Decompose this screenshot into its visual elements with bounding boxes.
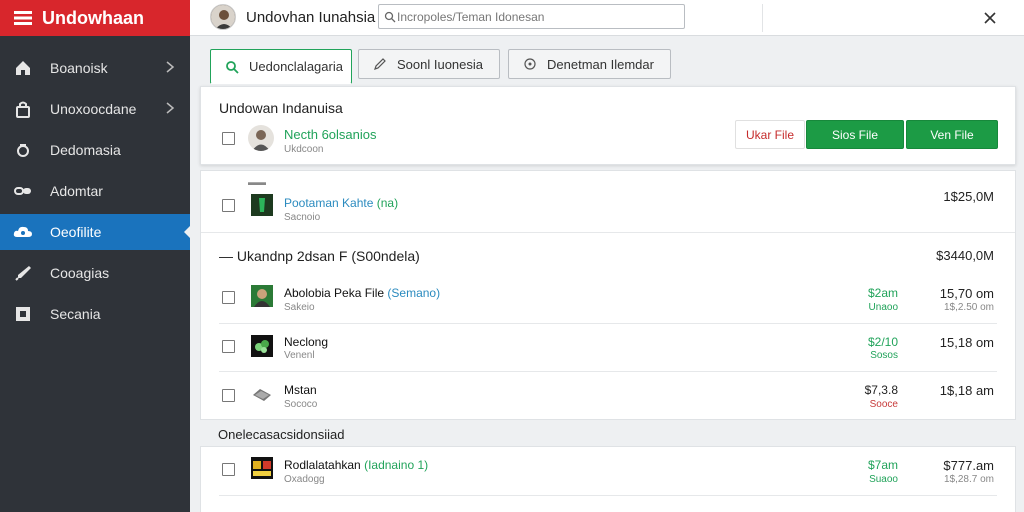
brand-bar[interactable]: Undowhaan [0,0,190,36]
file-time: $777.am [943,458,994,473]
file-thumbnail [251,457,273,479]
file-list-panel: ▬▬ Pootaman Kahte (na) Sacnoio 1$25,0M —… [200,170,1016,420]
sidebar-item-label: Oeofilite [50,224,102,240]
sidebar-item-secania[interactable]: Secania [0,296,190,332]
group-title: — Ukandnp 2dsan F (S00ndela) [219,248,420,264]
file-name: Mstan [284,383,317,397]
tab-soonl-iuonesia[interactable]: Soonl Iuonesia [358,49,500,79]
sidebar: Undowhaan Boanoisk Unoxoocdane Dedomasia [0,0,191,512]
file-name: Abolobia Peka File (Semano) [284,286,441,300]
view-file-button[interactable]: Ven File [906,120,998,149]
file-amount-status: Suaoo [869,474,898,485]
file-thumbnail [251,285,273,307]
file-subtitle: Sakeio [284,302,315,313]
share-file-button[interactable]: Sios File [806,120,904,149]
row-checkbox[interactable] [222,291,235,304]
row-checkbox[interactable] [222,389,235,402]
avatar[interactable] [210,4,236,30]
square-icon [12,304,34,324]
file-amount-status: Sosos [870,350,898,361]
file-thumbnail [251,194,273,216]
row-checkbox[interactable] [222,340,235,353]
file-time-sub: 1$,2.50 om [943,302,994,313]
file-amount-status: Unaoo [868,302,898,313]
circle-icon [524,58,536,70]
file-amount: $2/10 [867,335,898,349]
sidebar-nav: Boanoisk Unoxoocdane Dedomasia Adomtar O… [0,50,191,332]
page-title: Undovhan Iunahsia [246,9,376,26]
tab-uedonclalagaria[interactable]: Uedonclalagaria [210,49,352,84]
file-subtitle: Sococo [284,399,318,410]
file-name: Pootaman Kahte (na) [284,196,399,210]
file-time: 1$,18 am [939,383,994,398]
sidebar-item-label: Unoxoocdane [50,101,137,117]
search-input[interactable] [397,8,677,26]
pencil-icon [374,58,386,70]
sidebar-item-dedomasia[interactable]: Dedomasia [0,132,190,168]
file-amount: $7am [867,458,898,472]
file-name: Rodlalatahkan (Iadnaino 1) [284,458,429,472]
divider [219,371,997,372]
sidebar-item-adomtar[interactable]: Adomtar [0,173,190,209]
panel-title: Undowan Indanuisa [219,100,343,116]
row-checkbox[interactable] [222,463,235,476]
sidebar-item-label: Adomtar [50,183,103,199]
file-time: 15,18 om [939,335,994,350]
user-subtitle: Ukdcoon [284,144,324,155]
file-subtitle: Venenl [284,350,315,361]
chevron-right-icon [166,102,175,114]
sidebar-item-oeofilite[interactable]: Oeofilite [0,214,191,250]
select-checkbox[interactable] [222,132,235,145]
sidebar-item-boanoisk[interactable]: Boanoisk [0,50,190,86]
divider [219,495,997,496]
camera-icon [12,140,34,160]
file-time: 15,70 om [939,286,994,301]
close-icon[interactable] [980,8,1000,28]
user-name[interactable]: Necth 6olsanios [284,127,377,142]
file-amount: $2am [867,286,898,300]
sidebar-item-label: Cooagias [50,265,110,281]
sidebar-item-unoxoocdane[interactable]: Unoxoocdane [0,91,190,127]
chevron-right-icon [166,61,175,73]
divider [201,232,1015,233]
group-label: Onelecasacsidonsiiad [218,427,345,442]
search-box [378,4,685,29]
file-subtitle: Sacnoio [284,212,321,223]
file-thumbnail [251,335,273,357]
file-time-sub: 1$,28.7 om [943,474,994,485]
divider [762,4,763,32]
sidebar-item-label: Secania [50,306,101,322]
brand-name: Undowhaan [42,7,144,28]
file-name: Neclong [284,335,329,349]
group-time: $3440,0M [936,248,994,263]
link-icon [12,181,34,201]
user-avatar [248,125,274,151]
divider [219,323,997,324]
upload-file-button[interactable]: Ukar File [735,120,805,149]
file-thumbnail [251,383,273,405]
brush-icon [12,263,34,283]
sidebar-item-label: Dedomasia [50,142,121,158]
top-bar: Undovhan Iunahsia [190,0,1024,36]
header-panel: Undowan Indanuisa Necth 6olsanios Ukdcoo… [200,86,1016,165]
home-icon [12,58,34,78]
cloud-icon [12,222,34,242]
file-amount: $7,3.8 [864,383,898,397]
sidebar-item-cooagias[interactable]: Cooagias [0,255,190,291]
tab-label: Uedonclalagaria [249,59,343,74]
file-subtitle: Oxadogg [284,474,325,485]
search-icon [384,11,396,23]
row-caption: ▬▬ [248,177,266,187]
search-icon [226,60,239,74]
brand-logo-icon [14,11,32,25]
tab-label: Denetman Ilemdar [547,56,654,72]
sidebar-item-label: Boanoisk [50,60,108,76]
file-amount-status: Sooce [869,399,898,410]
row-checkbox[interactable] [222,199,235,212]
tab-label: Soonl Iuonesia [397,56,484,72]
tab-denetman-ilemdar[interactable]: Denetman Ilemdar [508,49,671,79]
bottom-file-panel: Rodlalatahkan (Iadnaino 1) Oxadogg $7am … [200,446,1016,512]
lock-icon [12,99,34,119]
file-time: 1$25,0M [943,189,994,204]
